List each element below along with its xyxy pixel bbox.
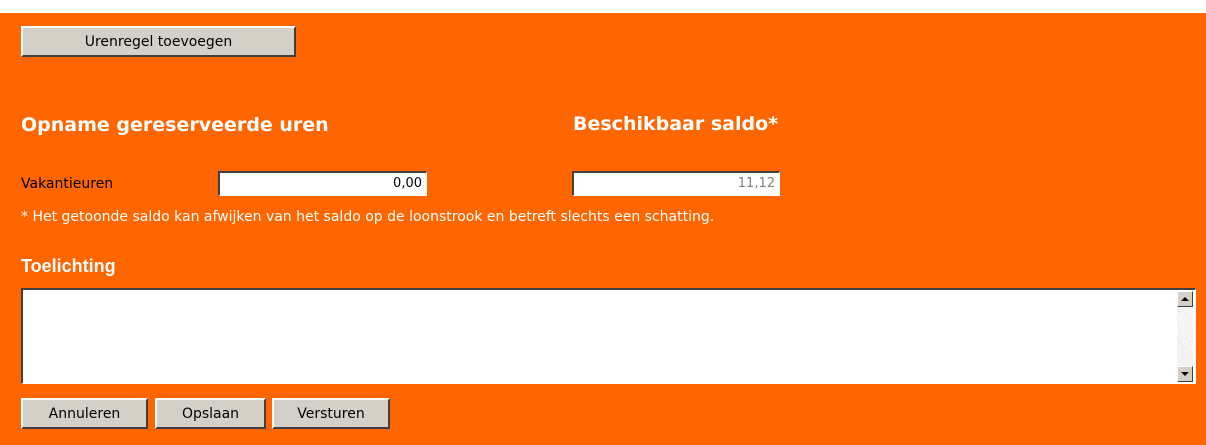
withdrawal-heading: Opname gereserveerde uren xyxy=(21,114,329,136)
add-hour-line-button[interactable]: Urenregel toevoegen xyxy=(21,26,296,57)
scroll-up-button[interactable] xyxy=(1177,291,1193,307)
save-button[interactable]: Opslaan xyxy=(155,398,266,429)
textarea-scrollbar[interactable] xyxy=(1177,291,1193,382)
scroll-down-arrow-icon xyxy=(1181,372,1189,376)
available-balance-field: 11,12 xyxy=(572,171,780,196)
scroll-down-button[interactable] xyxy=(1177,366,1193,382)
form-panel: Urenregel toevoegen Opname gereserveerde… xyxy=(0,13,1206,445)
explanation-textarea[interactable] xyxy=(21,288,1196,384)
send-button[interactable]: Versturen xyxy=(272,398,390,429)
vacation-hours-label: Vakantieuren xyxy=(21,176,114,192)
cancel-button[interactable]: Annuleren xyxy=(21,398,148,429)
vacation-hours-input[interactable]: 0,00 xyxy=(218,171,427,196)
scroll-up-arrow-icon xyxy=(1181,297,1189,301)
explanation-heading: Toelichting xyxy=(21,256,116,276)
available-balance-heading: Beschikbaar saldo* xyxy=(573,113,779,135)
balance-footnote: * Het getoonde saldo kan afwijken van he… xyxy=(21,209,715,225)
